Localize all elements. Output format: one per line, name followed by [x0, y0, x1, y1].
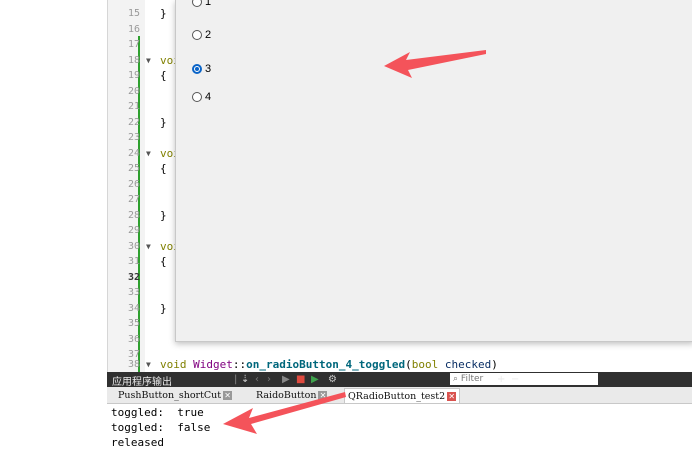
code-line[interactable]: } — [160, 209, 167, 222]
tab-label: QRadioButton_test2 — [348, 391, 446, 402]
param-name: checked — [444, 358, 492, 371]
keyword: void — [160, 358, 187, 371]
line-number: 27 — [127, 194, 140, 205]
line-number: 28 — [127, 209, 140, 221]
line-number: 22 — [127, 116, 140, 128]
code-line[interactable]: } — [160, 8, 167, 20]
debug-run-icon[interactable]: ▶ — [311, 373, 319, 386]
line-number: 38 — [127, 359, 140, 370]
run-icon[interactable]: ▶ — [282, 373, 290, 386]
radio-label: 2 — [205, 29, 212, 41]
application-output[interactable]: toggled: true toggled: false released — [107, 404, 692, 457]
scope-operator: :: — [232, 358, 247, 371]
line-number: 33 — [127, 287, 140, 298]
code-line[interactable]: { — [160, 256, 167, 268]
radio-button-1[interactable]: 1 — [192, 0, 211, 8]
attach-icon[interactable]: ⇣ — [241, 373, 249, 386]
fold-arrow-icon[interactable]: ▼ — [146, 55, 151, 67]
function-signature[interactable]: void Widget::on_radioButton_4_toggled(bo… — [160, 359, 498, 371]
red-arrow-icon — [384, 50, 486, 78]
add-button[interactable]: + — [497, 373, 505, 386]
panel-title: 应用程序输出 — [112, 377, 172, 388]
fold-arrow-icon[interactable]: ▼ — [146, 241, 151, 253]
code-line[interactable]: } — [160, 116, 167, 129]
line-number: 16 — [127, 23, 140, 35]
output-line: toggled: true — [111, 406, 204, 419]
filter-placeholder: Filter — [460, 374, 484, 384]
radio-circle-icon — [192, 30, 202, 40]
radio-label: 3 — [205, 63, 212, 75]
line-number: 30 — [127, 240, 140, 252]
radio-checked-icon — [192, 64, 202, 74]
line-number: 31 — [127, 256, 140, 267]
radio-label: 4 — [205, 91, 212, 103]
line-number: 25 — [127, 163, 140, 174]
code-line[interactable]: } — [160, 302, 167, 315]
desktop-margin — [0, 0, 107, 457]
output-line: released — [111, 436, 164, 449]
line-number: 35 — [127, 318, 140, 329]
toolbar-separator: | — [234, 374, 238, 385]
gear-icon[interactable]: ⚙ — [328, 373, 337, 386]
prev-icon[interactable]: ‹ — [255, 373, 259, 386]
line-number: 32 — [127, 271, 140, 283]
code-line[interactable]: { — [160, 70, 167, 82]
line-number: 23 — [127, 132, 140, 143]
line-number: 26 — [127, 178, 140, 190]
tab-label: PushButton_shortCut — [118, 390, 222, 401]
radio-circle-icon — [192, 0, 202, 7]
code-line[interactable]: { — [160, 163, 167, 175]
stop-icon[interactable]: ■ — [296, 373, 305, 386]
paren-open: ( — [405, 358, 412, 371]
tab-qradiobutton-test2[interactable]: QRadioButton_test2 ✕ — [344, 388, 461, 403]
line-number: 18 — [127, 54, 140, 66]
output-panel-toolbar: 应用程序输出 | ⇣ ‹ › ▶ ■ ▶ ⚙ ⌕ Filter + − — [107, 372, 692, 388]
next-icon[interactable]: › — [267, 373, 271, 386]
line-number: 21 — [127, 101, 140, 112]
radio-button-2[interactable]: 2 — [192, 29, 211, 41]
line-number: 20 — [127, 85, 140, 97]
close-icon[interactable]: ✕ — [447, 392, 457, 401]
radio-button-4[interactable]: 4 — [192, 91, 211, 103]
function-name: on_radioButton_4_toggled — [246, 358, 406, 371]
red-arrow-icon — [223, 392, 346, 434]
radio-circle-icon — [192, 92, 202, 102]
fold-arrow-icon[interactable]: ▼ — [146, 148, 151, 160]
line-number: 36 — [127, 333, 140, 345]
remove-button[interactable]: − — [511, 373, 519, 386]
line-number: 15 — [127, 8, 140, 19]
radio-button-3[interactable]: 3 — [192, 63, 211, 75]
output-line: toggled: false — [111, 421, 211, 434]
class-name: Widget — [193, 358, 233, 371]
tab-pushbutton-shortcut[interactable]: PushButton_shortCut ✕ — [115, 388, 235, 403]
output-tabs: PushButton_shortCut ✕ RaidoButton ✕ QRadio… — [107, 387, 692, 404]
fold-arrow-icon[interactable]: ▼ — [146, 359, 151, 371]
paren-close: ) — [491, 358, 498, 371]
line-number: 24 — [127, 147, 140, 159]
param-type: bool — [411, 358, 439, 371]
line-number: 34 — [127, 302, 140, 314]
line-number: 17 — [127, 39, 140, 50]
line-number: 29 — [127, 225, 140, 236]
filter-input[interactable]: ⌕ Filter — [450, 373, 598, 385]
radio-label: 1 — [205, 0, 212, 8]
line-number: 19 — [127, 70, 140, 81]
search-icon: ⌕ — [453, 374, 459, 384]
